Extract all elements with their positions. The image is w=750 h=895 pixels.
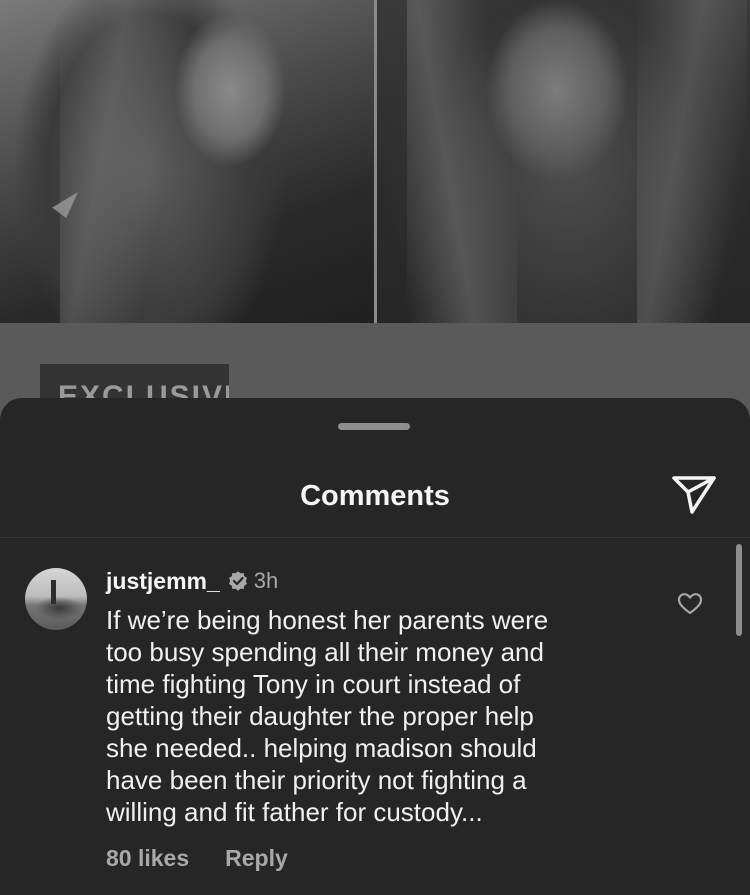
comment-line: she needed.. helping madison should bbox=[106, 733, 537, 763]
avatar[interactable] bbox=[25, 568, 87, 630]
comment-header: justjemm_ 3h bbox=[106, 568, 278, 594]
reply-button[interactable]: Reply bbox=[225, 845, 288, 872]
comment-time: 3h bbox=[253, 568, 279, 593]
comment-line: have been their priority not fighting a bbox=[106, 765, 527, 795]
paper-plane-icon[interactable] bbox=[670, 472, 718, 516]
comment-line: If we’re being honest her parents were bbox=[106, 605, 549, 635]
image-detail bbox=[407, 0, 517, 323]
verified-badge-icon bbox=[228, 571, 248, 591]
comments-sheet: Comments justjemm_ 3h If we’re being hon… bbox=[0, 398, 750, 895]
sheet-drag-handle[interactable] bbox=[338, 423, 410, 430]
comment-text: If we’re being honest her parents were t… bbox=[106, 604, 666, 828]
comment-line: getting their daughter the proper help bbox=[106, 701, 534, 731]
post-image-right[interactable] bbox=[377, 0, 750, 323]
scrollbar[interactable] bbox=[736, 544, 742, 636]
heart-outline-icon[interactable] bbox=[677, 591, 703, 617]
sheet-title: Comments bbox=[300, 480, 450, 512]
image-detail bbox=[637, 0, 747, 323]
comment-line: willing and fit father for custody... bbox=[106, 797, 483, 827]
post-background: EXCLUSIVE bbox=[0, 0, 750, 420]
comment-actions: 80 likes Reply bbox=[106, 845, 288, 872]
comment-username[interactable]: justjemm_ bbox=[106, 568, 220, 595]
divider bbox=[0, 537, 750, 538]
comment-line: too busy spending all their money and bbox=[106, 637, 544, 667]
comment-line: time fighting Tony in court instead of bbox=[106, 669, 521, 699]
image-detail bbox=[60, 0, 230, 323]
post-image-left[interactable] bbox=[0, 0, 374, 323]
likes-count[interactable]: 80 likes bbox=[106, 845, 189, 872]
